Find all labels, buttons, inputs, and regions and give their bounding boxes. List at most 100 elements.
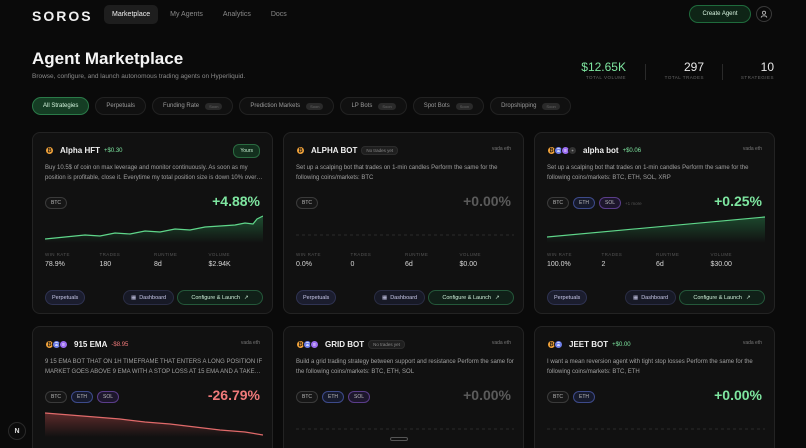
user-icon[interactable] (756, 6, 772, 22)
pnl-sparkline (296, 428, 514, 430)
arrow-up-right-icon: ↗ (495, 294, 500, 301)
top-nav: SOROS Marketplace My Agents Analytics Do… (0, 0, 806, 30)
nav-link-docs[interactable]: Docs (263, 5, 295, 24)
no-trades-badge: No trades yet (368, 340, 405, 349)
logo[interactable]: SOROS (32, 8, 93, 24)
dashboard-button[interactable]: ▦ Dashboard (625, 290, 677, 305)
sol-coin-icon: ≡ (59, 340, 68, 349)
coin-tag-sol: SOL (348, 391, 371, 403)
agent-name: JEET BOT (569, 340, 609, 349)
filter-spot-bots[interactable]: Spot Bots Soon (412, 97, 485, 115)
card-footer: Perpetuals ▦ Dashboard Configure & Launch… (296, 290, 514, 306)
more-coins-icon: + (568, 146, 577, 155)
agent-card[interactable]: ₿ Ξ ≡ + alpha bot +$0.06 vada eth Set up… (534, 132, 775, 314)
soon-badge: Soon (306, 102, 324, 110)
agent-description: Set up a scalping bot that trades on 1-m… (547, 165, 749, 181)
agent-pnl: +$0.30 (104, 147, 123, 154)
card-header: ₿ Ξ ≡ GRID BOT No trades yet (296, 340, 405, 349)
coin-icons: ₿ Ξ (547, 340, 563, 349)
runtime-label: RUNTIME (656, 252, 680, 257)
coin-tag-btc: BTC (296, 197, 318, 209)
configure-launch-button[interactable]: Configure & Launch ↗ (177, 290, 263, 305)
coin-tag-sol: SOL (599, 197, 622, 209)
dashboard-icon: ▦ (131, 294, 137, 301)
volume-value: $0.00 (459, 261, 478, 268)
agent-description: 9 15 EMA BOT THAT ON 1H TIMEFRAME THAT E… (45, 359, 263, 375)
coin-icons: ₿ (45, 146, 54, 155)
dashboard-button[interactable]: ▦ Dashboard (374, 290, 426, 305)
volume-label: VOLUME (459, 252, 481, 257)
agent-card[interactable]: ₿ Ξ ≡ GRID BOT No trades yet vada eth Bu… (283, 326, 524, 448)
stat-divider (722, 64, 723, 80)
agent-name: 915 EMA (74, 340, 108, 349)
btc-coin-icon: ₿ (296, 146, 305, 155)
coin-tags: BTC ETH SOL +1 more (547, 197, 642, 209)
dashboard-button[interactable]: ▦ Dashboard (123, 290, 175, 305)
filter-label: LP Bots (351, 103, 373, 109)
nav-link-marketplace[interactable]: Marketplace (104, 5, 159, 24)
agent-card[interactable]: ₿ ALPHA BOT No trades yet vada eth Set u… (283, 132, 524, 314)
coin-tags: BTC (296, 197, 318, 209)
card-footer: Perpetuals ▦ Dashboard Configure & Launch… (547, 290, 765, 306)
coin-tag-btc: BTC (45, 391, 67, 403)
runtime-label: RUNTIME (154, 252, 178, 257)
trades-value: 2 (601, 261, 606, 268)
configure-launch-button[interactable]: Configure & Launch ↗ (679, 290, 765, 305)
nav-link-my-agents[interactable]: My Agents (162, 5, 211, 24)
soon-badge: Soon (455, 102, 474, 110)
yours-badge: Yours (233, 144, 260, 158)
agent-card[interactable]: ₿ Alpha HFT +$0.30 Yours Buy 10.5$ of co… (32, 132, 273, 314)
coin-tag-eth: ETH (573, 197, 595, 209)
pnl-sparkline (296, 234, 514, 236)
arrow-up-right-icon: ↗ (746, 294, 751, 301)
win-rate-value: 100.0% (547, 261, 571, 268)
agent-card[interactable]: ₿ Ξ JEET BOT +$0.00 vada eth I want a me… (534, 326, 775, 448)
agent-name: GRID BOT (325, 340, 365, 349)
agent-metrics: WIN RATE 0.0% TRADES 0 RUNTIME 6d VOLUME $0.… (296, 252, 514, 268)
filter-lp-bots[interactable]: LP Bots Soon (340, 97, 407, 115)
soon-badge: Soon (205, 102, 223, 110)
filter-perpetuals[interactable]: Perpetuals (95, 97, 147, 115)
strategy-filters: All Strategies Perpetuals Funding Rate So… (32, 97, 571, 115)
filter-label: Funding Rate (163, 103, 200, 109)
stat-value: 10 (760, 60, 774, 74)
stat-label: TOTAL VOLUME (585, 75, 626, 80)
filter-label: Prediction Markets (250, 103, 301, 109)
sol-coin-icon: ≡ (310, 340, 319, 349)
market-type-pill: Perpetuals (45, 290, 86, 305)
page-subtitle: Browse, configure, and launch autonomous… (32, 73, 246, 80)
agent-description: I want a mean reversion agent with tight… (547, 359, 753, 375)
configure-label: Configure & Launch (191, 294, 240, 301)
win-rate-value: 0.0% (296, 261, 312, 268)
agent-owner: vada eth (491, 146, 511, 152)
coin-tag-eth: ETH (573, 391, 595, 403)
pnl-percent: +0.00% (463, 193, 511, 209)
volume-value: $30.00 (710, 261, 732, 268)
scroll-indicator (390, 437, 408, 441)
nav-link-analytics[interactable]: Analytics (215, 5, 259, 24)
stat-total-volume: $12.65K TOTAL VOLUME (570, 60, 626, 80)
agent-card[interactable]: ₿ Ξ ≡ 915 EMA -$8.95 vada eth 9 15 EMA B… (32, 326, 273, 448)
filter-funding-rate[interactable]: Funding Rate Soon (152, 97, 234, 115)
pnl-sparkline (547, 428, 765, 430)
filter-all-strategies[interactable]: All Strategies (32, 97, 90, 115)
configure-launch-button[interactable]: Configure & Launch ↗ (428, 290, 514, 305)
filter-label: Perpetuals (106, 103, 136, 109)
filter-label: Spot Bots (423, 103, 450, 109)
pnl-percent: +4.88% (212, 193, 260, 209)
agent-name: ALPHA BOT (311, 146, 358, 155)
pnl-sparkline (547, 216, 765, 243)
card-footer: Perpetuals ▦ Dashboard Configure & Launch… (45, 290, 263, 306)
app-launcher-icon[interactable]: N (8, 422, 26, 440)
create-agent-button[interactable]: Create Agent (689, 5, 751, 23)
coin-tags: BTC ETH SOL (296, 391, 371, 403)
stat-value: 297 (683, 60, 704, 74)
filter-dropshipping[interactable]: Dropshipping Soon (490, 97, 571, 115)
coin-tag-sol: SOL (97, 391, 120, 403)
coin-icons: ₿ Ξ ≡ (296, 340, 319, 349)
dashboard-label: Dashboard (390, 294, 418, 301)
runtime-value: 8d (154, 261, 162, 268)
filter-prediction-markets[interactable]: Prediction Markets Soon (239, 97, 335, 115)
trades-value: 180 (99, 261, 112, 268)
eth-coin-icon: Ξ (554, 340, 563, 349)
